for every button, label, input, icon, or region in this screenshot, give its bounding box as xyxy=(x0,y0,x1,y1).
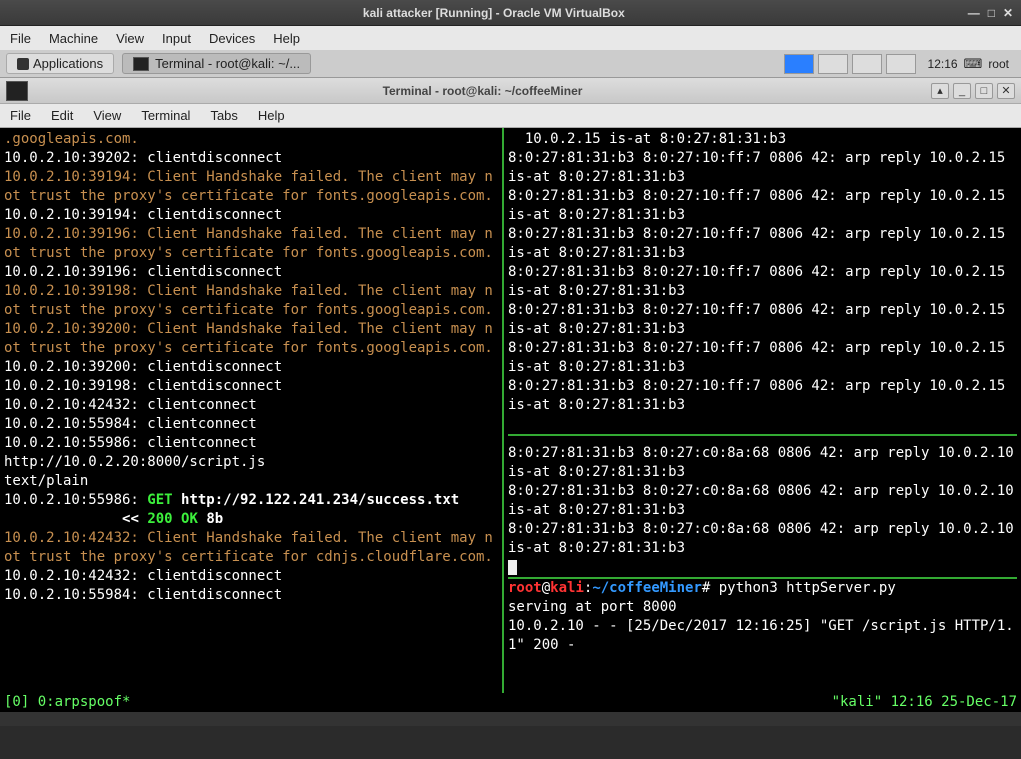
term-menu-tabs[interactable]: Tabs xyxy=(210,108,237,123)
log-line: 8:0:27:81:31:b3 8:0:27:c0:8a:68 0806 42:… xyxy=(508,483,1021,518)
log-line: 10.0.2.10:39194: clientdisconnect xyxy=(4,207,282,223)
log-line: 8:0:27:81:31:b3 8:0:27:c0:8a:68 0806 42:… xyxy=(508,521,1021,556)
log-line: 10.0.2.10:55986: clientconnect xyxy=(4,435,257,451)
term-menu-view[interactable]: View xyxy=(93,108,121,123)
menu-view[interactable]: View xyxy=(116,31,144,46)
log-line: 10.0.2.10:55984: clientdisconnect xyxy=(4,587,282,603)
maximize-button[interactable]: □ xyxy=(988,6,995,20)
bottom-gap xyxy=(0,712,1021,726)
pane-mitmproxy[interactable]: .googleapis.com. 10.0.2.10:39202: client… xyxy=(0,128,502,726)
pane-arpspoof-10[interactable]: 8:0:27:81:31:b3 8:0:27:c0:8a:68 0806 42:… xyxy=(508,444,1017,577)
log-line: 10.0.2.10:39198: clientdisconnect xyxy=(4,378,282,394)
log-line: 10.0.2.10:39196: Client Handshake failed… xyxy=(4,226,493,261)
log-line: 10.0.2.15 is-at 8:0:27:81:31:b3 xyxy=(508,131,786,147)
terminal-window-icon xyxy=(6,81,28,101)
minimize-button[interactable]: — xyxy=(968,6,980,20)
log-line: 10.0.2.10:39196: clientdisconnect xyxy=(4,264,282,280)
menu-machine[interactable]: Machine xyxy=(49,31,98,46)
log-line: 10.0.2.10:39202: clientdisconnect xyxy=(4,150,282,166)
prompt: root@kali:~/coffeeMiner# xyxy=(508,580,719,596)
taskbar-terminal[interactable]: Terminal - root@kali: ~/... xyxy=(122,53,311,74)
minimize-button[interactable]: _ xyxy=(953,83,971,99)
workspace-1[interactable] xyxy=(784,54,814,74)
applications-menu[interactable]: Applications xyxy=(6,53,114,74)
tray xyxy=(784,54,922,74)
log-line: serving at port 8000 xyxy=(508,599,677,615)
term-menu-file[interactable]: File xyxy=(10,108,31,123)
log-line: text/plain xyxy=(4,473,88,489)
log-line: 10.0.2.10:39200: clientdisconnect xyxy=(4,359,282,375)
log-line: << 200 OK 8b xyxy=(4,511,223,527)
close-button[interactable]: ✕ xyxy=(997,83,1015,99)
log-line: 10.0.2.10:42432: clientdisconnect xyxy=(4,568,282,584)
terminal-title: Terminal - root@kali: ~/coffeeMiner xyxy=(34,84,931,98)
terminal-titlebar: Terminal - root@kali: ~/coffeeMiner ▴ _ … xyxy=(0,78,1021,104)
tmux-status-right: "kali" 12:16 25-Dec-17 xyxy=(832,693,1017,712)
menu-help[interactable]: Help xyxy=(273,31,300,46)
log-line: 8:0:27:81:31:b3 8:0:27:c0:8a:68 0806 42:… xyxy=(508,445,1021,480)
log-line: 8:0:27:81:31:b3 8:0:27:10:ff:7 0806 42: … xyxy=(508,302,1014,337)
terminal-menubar: File Edit View Terminal Tabs Help xyxy=(0,104,1021,128)
tmux-session-window[interactable]: [0] 0:arpspoof* xyxy=(4,693,130,712)
log-line: http://10.0.2.20:8000/script.js xyxy=(4,454,265,470)
log-line: 8:0:27:81:31:b3 8:0:27:10:ff:7 0806 42: … xyxy=(508,188,1014,223)
log-line: 10.0.2.10:39198: Client Handshake failed… xyxy=(4,283,493,318)
tmux-status-bar: [0] 0:arpspoof* "kali" 12:16 25-Dec-17 xyxy=(0,693,1021,712)
vbox-window-controls: — □ ✕ xyxy=(968,6,1021,20)
log-line: 10.0.2.10:55984: clientconnect xyxy=(4,416,257,432)
log-line: 10.0.2.10:39200: Client Handshake failed… xyxy=(4,321,493,356)
cursor xyxy=(508,560,517,575)
shade-button[interactable]: ▴ xyxy=(931,83,949,99)
host-panel: Applications Terminal - root@kali: ~/...… xyxy=(0,50,1021,78)
log-line: 10.0.2.10 - - [25/Dec/2017 12:16:25] "GE… xyxy=(508,618,1014,653)
vbox-titlebar: kali attacker [Running] - Oracle VM Virt… xyxy=(0,0,1021,26)
log-line: 8:0:27:81:31:b3 8:0:27:10:ff:7 0806 42: … xyxy=(508,340,1014,375)
vbox-title: kali attacker [Running] - Oracle VM Virt… xyxy=(20,6,968,20)
log-line: .googleapis.com. xyxy=(4,131,139,147)
close-button[interactable]: ✕ xyxy=(1003,6,1013,20)
terminal-window-controls: ▴ _ □ ✕ xyxy=(931,83,1021,99)
command: python3 httpServer.py xyxy=(719,580,896,596)
maximize-button[interactable]: □ xyxy=(975,83,993,99)
log-line: 8:0:27:81:31:b3 8:0:27:10:ff:7 0806 42: … xyxy=(508,378,1014,413)
log-line: 10.0.2.10:42432: Client Handshake failed… xyxy=(4,530,493,565)
term-menu-edit[interactable]: Edit xyxy=(51,108,73,123)
panel-clock[interactable]: 12:16 xyxy=(922,57,964,71)
pane-arpspoof-15[interactable]: 10.0.2.15 is-at 8:0:27:81:31:b3 8:0:27:8… xyxy=(508,130,1017,415)
term-menu-help[interactable]: Help xyxy=(258,108,285,123)
keyboard-icon[interactable]: ⌨ xyxy=(964,56,983,72)
pane-httpserver[interactable]: root@kali:~/coffeeMiner# python3 httpSer… xyxy=(508,579,1017,655)
terminal-body[interactable]: .googleapis.com. 10.0.2.10:39202: client… xyxy=(0,128,1021,726)
kali-icon xyxy=(17,58,29,70)
menu-devices[interactable]: Devices xyxy=(209,31,255,46)
log-line: 8:0:27:81:31:b3 8:0:27:10:ff:7 0806 42: … xyxy=(508,264,1014,299)
menu-file[interactable]: File xyxy=(10,31,31,46)
menu-input[interactable]: Input xyxy=(162,31,191,46)
panel-user[interactable]: root xyxy=(982,57,1015,71)
terminal-icon xyxy=(133,57,149,71)
log-line: 10.0.2.10:42432: clientconnect xyxy=(4,397,257,413)
log-line: 10.0.2.10:55986: GET http://92.122.241.2… xyxy=(4,492,459,508)
workspace-4[interactable] xyxy=(886,54,916,74)
log-line: 8:0:27:81:31:b3 8:0:27:10:ff:7 0806 42: … xyxy=(508,226,1014,261)
vbox-menubar: File Machine View Input Devices Help xyxy=(0,26,1021,50)
workspace-3[interactable] xyxy=(852,54,882,74)
log-line: 10.0.2.10:39194: Client Handshake failed… xyxy=(4,169,493,204)
workspace-2[interactable] xyxy=(818,54,848,74)
log-line: 8:0:27:81:31:b3 8:0:27:10:ff:7 0806 42: … xyxy=(508,150,1014,185)
term-menu-terminal[interactable]: Terminal xyxy=(141,108,190,123)
pane-right-stack[interactable]: 10.0.2.15 is-at 8:0:27:81:31:b3 8:0:27:8… xyxy=(502,128,1021,726)
